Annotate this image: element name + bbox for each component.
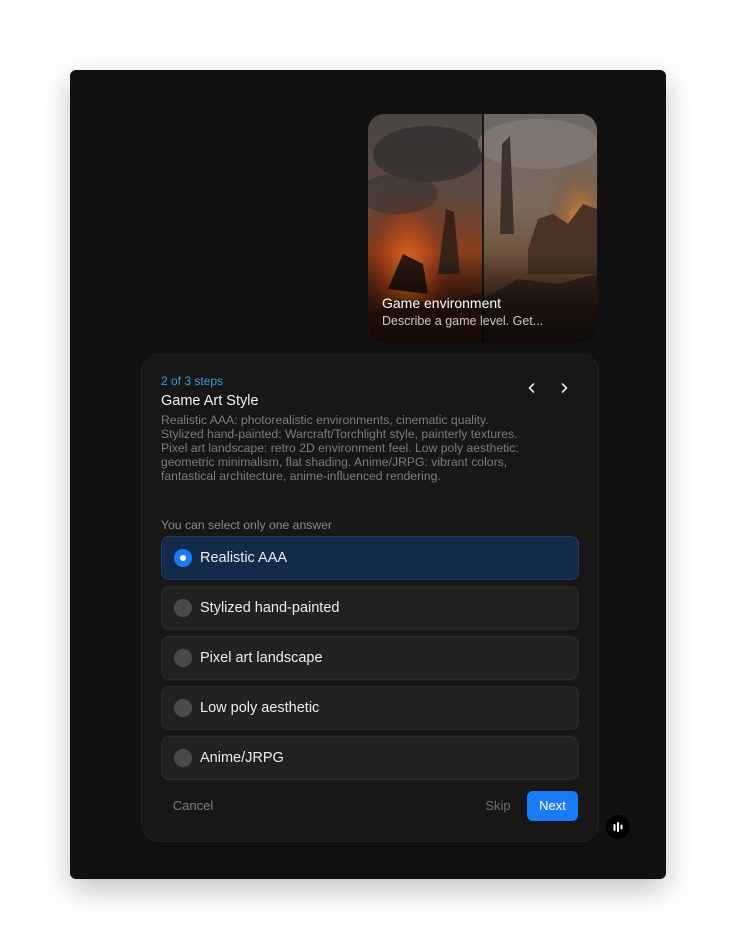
preview-description: Describe a game level. Get... <box>382 314 544 328</box>
preview-title: Game environment <box>382 295 502 311</box>
game-environment-card[interactable]: Game environment Describe a game level. … <box>368 114 597 343</box>
option-label: Realistic AAA <box>200 550 288 566</box>
app-window: Game environment Describe a game level. … <box>70 70 666 879</box>
chevron-right-icon <box>561 383 568 393</box>
question-description: Realistic AAA: photorealistic environmen… <box>161 413 519 483</box>
question-title: Game Art Style <box>161 393 259 409</box>
radio-icon[interactable] <box>174 649 192 667</box>
step-counter: 2 of 3 steps <box>161 374 224 388</box>
audio-button[interactable] <box>606 815 630 839</box>
select-hint: You can select only one answer <box>161 518 332 532</box>
option-label: Low poly aesthetic <box>200 700 320 716</box>
option-label: Anime/JRPG <box>200 750 284 766</box>
radio-icon[interactable] <box>174 749 192 767</box>
radio-icon[interactable] <box>174 699 192 717</box>
chevron-left-icon <box>528 383 535 393</box>
next-step-arrow-button[interactable] <box>553 377 575 399</box>
option-realistic-aaa[interactable]: Realistic AAA <box>161 536 579 580</box>
skip-button[interactable]: Skip <box>476 791 520 821</box>
question-panel: 2 of 3 steps Game Art Style Realistic AA… <box>141 354 599 842</box>
cancel-button[interactable]: Cancel <box>161 791 225 821</box>
option-low-poly-aesthetic[interactable]: Low poly aesthetic <box>161 686 579 730</box>
next-button[interactable]: Next <box>527 791 578 821</box>
option-pixel-art-landscape[interactable]: Pixel art landscape <box>161 636 579 680</box>
option-stylized-hand-painted[interactable]: Stylized hand-painted <box>161 586 579 630</box>
option-anime-jrpg[interactable]: Anime/JRPG <box>161 736 579 780</box>
radio-selected-icon[interactable] <box>174 549 192 567</box>
audio-wave-icon <box>613 822 623 832</box>
previous-step-button[interactable] <box>521 377 543 399</box>
radio-icon[interactable] <box>174 599 192 617</box>
option-label: Pixel art landscape <box>200 650 323 666</box>
answer-options: Realistic AAA Stylized hand-painted Pixe… <box>161 536 579 786</box>
option-label: Stylized hand-painted <box>200 600 340 616</box>
